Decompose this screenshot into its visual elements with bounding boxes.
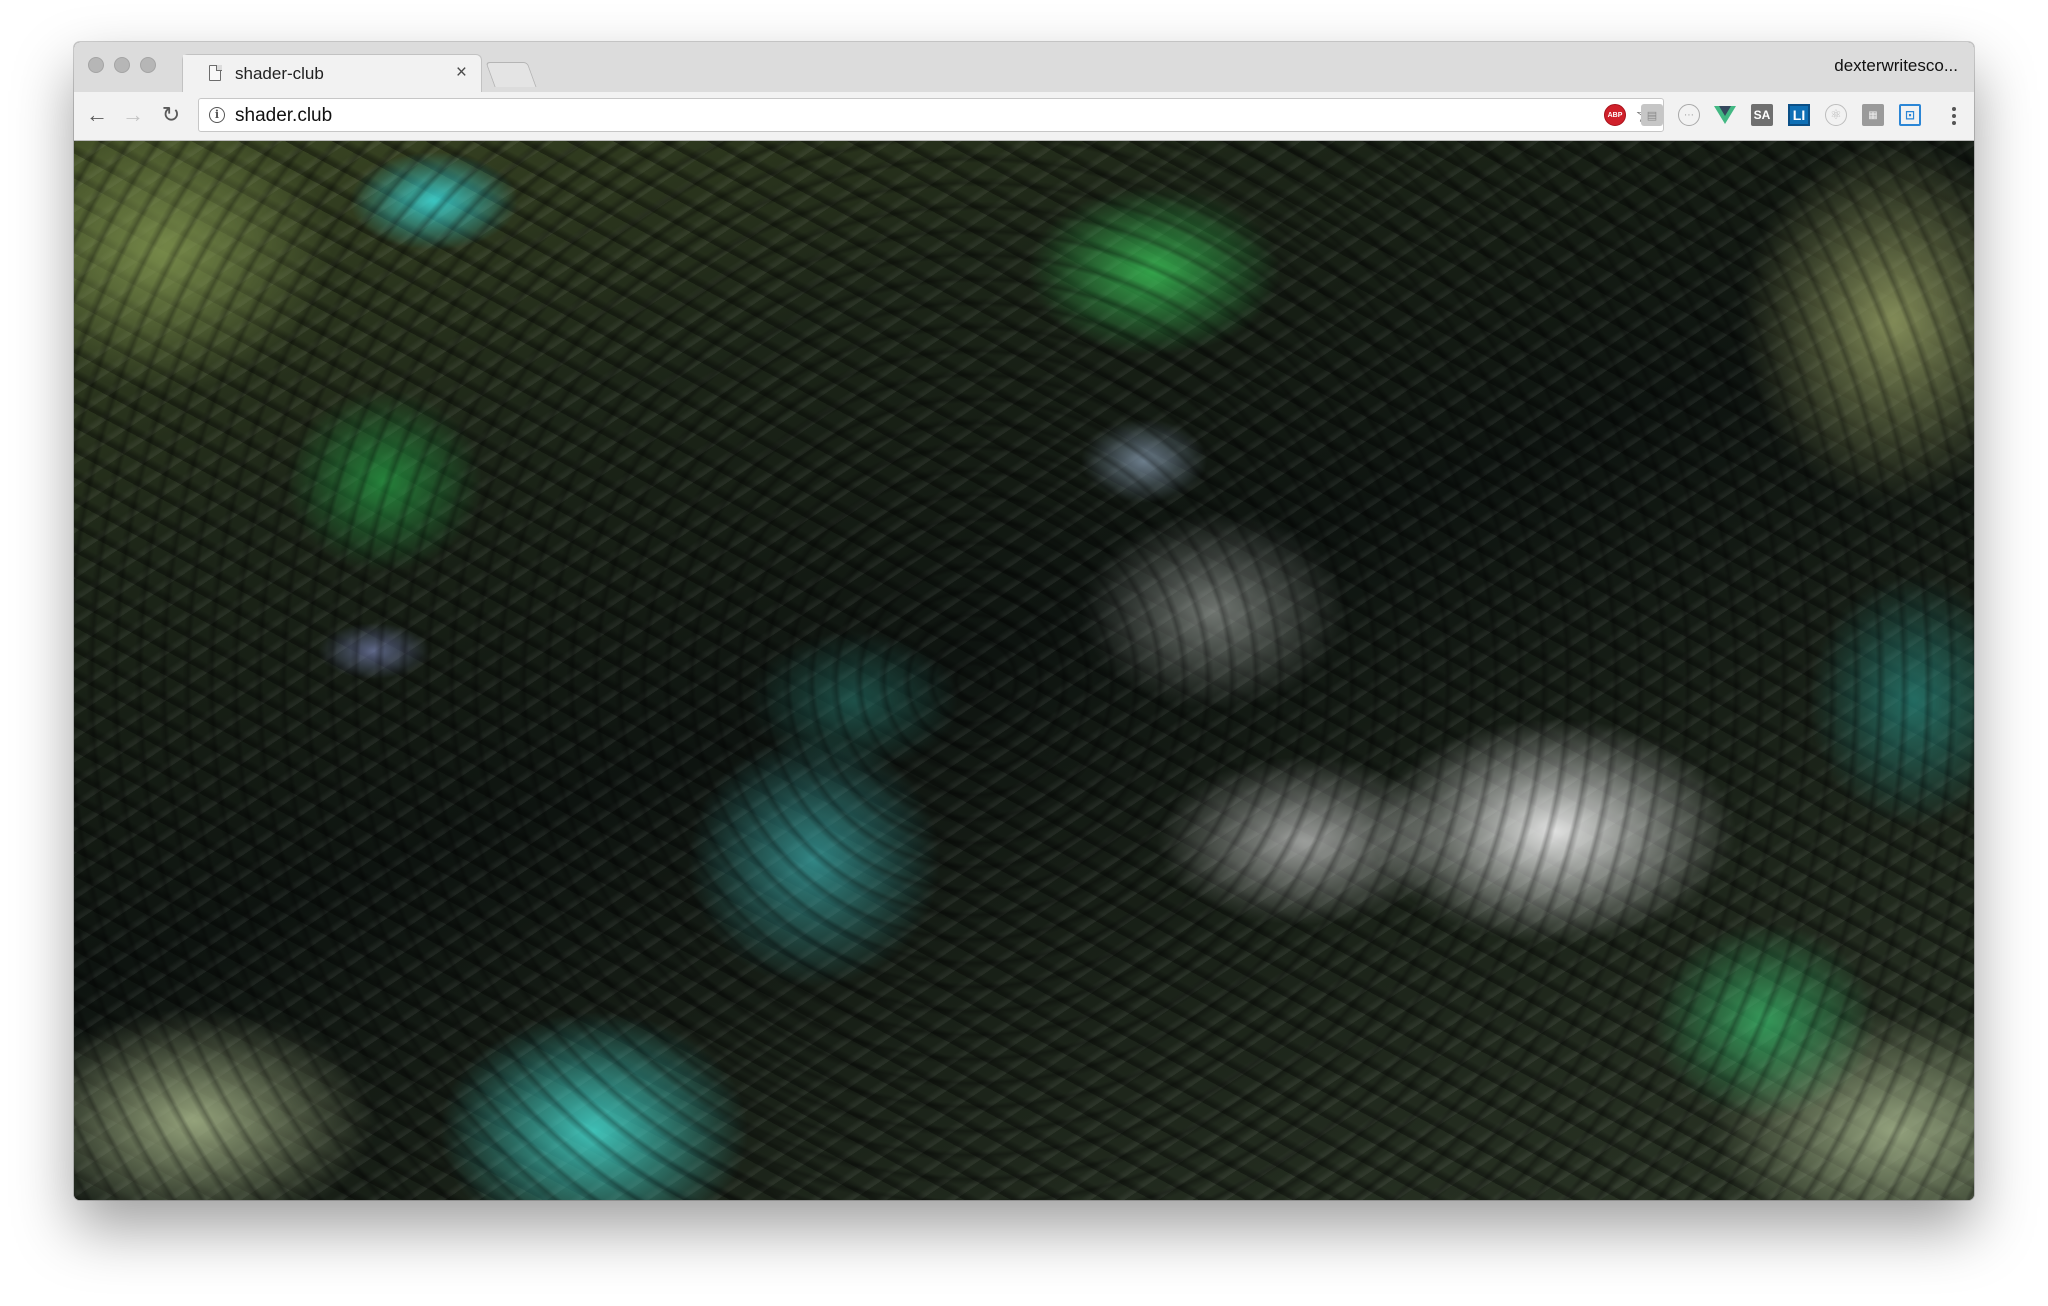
circle-extension-icon[interactable]: ⋯ [1678,104,1700,126]
tab-close-icon[interactable]: × [456,62,467,84]
sa-label: SA [1753,108,1771,122]
menu-dot-icon [1952,121,1956,125]
reload-icon: ↻ [161,102,181,127]
tab-strip: shader-club × dexterwritesco... [74,42,1974,94]
minimize-window-button[interactable] [114,57,130,73]
li-extension-icon[interactable]: LI [1788,104,1810,126]
tab-shader-club[interactable]: shader-club × [182,54,482,94]
forward-arrow-icon: → [122,102,144,127]
li-label: LI [1792,107,1806,123]
url-text[interactable]: shader.club [235,105,332,127]
gray-flag-glyph: ▦ [1868,109,1878,121]
forward-button[interactable]: → [118,100,148,130]
chat-extension-icon[interactable]: ▤ [1641,104,1663,126]
browser-menu-button[interactable] [1948,102,1960,130]
back-button[interactable]: ← [82,100,112,130]
adblock-plus-icon[interactable]: ABP [1604,104,1626,126]
reload-button[interactable]: ↻ [156,100,186,130]
new-tab-button[interactable] [485,62,537,87]
close-window-button[interactable] [88,57,104,73]
back-arrow-icon: ← [86,102,108,127]
address-bar[interactable]: i shader.club ☆ [198,98,1664,132]
profile-name[interactable]: dexterwritesco... [1834,56,1958,76]
zoom-window-button[interactable] [140,57,156,73]
adblock-label: ABP [1607,111,1623,119]
cast-icon[interactable]: ⊡ [1899,104,1921,126]
react-glyph: ⚛ [1830,107,1842,122]
react-devtools-icon[interactable]: ⚛ [1825,104,1847,126]
gray-flag-extension-icon[interactable]: ▦ [1862,104,1884,126]
menu-dot-icon [1952,114,1956,118]
sa-extension-icon[interactable]: SA [1751,104,1773,126]
vue-devtools-icon[interactable] [1714,106,1736,124]
toolbar: ← → ↻ i shader.club ☆ ABP ▤ ⋯ SA LI ⚛ [74,92,1974,141]
shader-canvas[interactable] [74,141,1974,1200]
browser-window: shader-club × dexterwritesco... ← → ↻ i … [74,42,1974,1200]
chat-extension-glyph: ▤ [1646,109,1658,122]
tab-title: shader-club [235,64,324,83]
info-icon[interactable]: i [209,107,225,123]
document-icon [209,64,222,81]
circle-extension-glyph: ⋯ [1684,109,1694,121]
menu-dot-icon [1952,107,1956,111]
cast-glyph: ⊡ [1904,108,1916,122]
